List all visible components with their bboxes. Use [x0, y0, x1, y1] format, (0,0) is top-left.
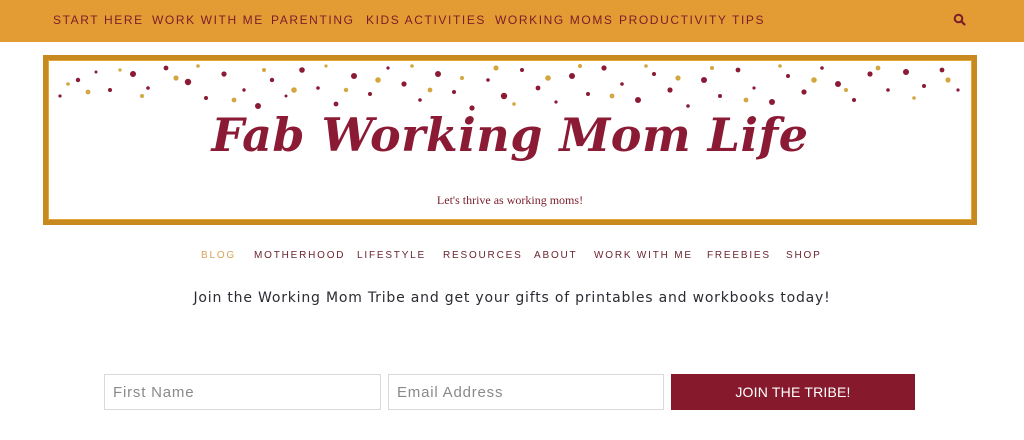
tribe-promo-text: Join the Working Mom Tribe and get your …: [193, 290, 831, 306]
site-banner[interactable]: Fab Working Mom Life Let's thrive as wor…: [43, 55, 977, 225]
top-nav-productivity-tips[interactable]: PRODUCTIVITY TIPS: [619, 13, 765, 27]
email-field[interactable]: [388, 374, 664, 410]
join-tribe-button[interactable]: JOIN THE TRIBE!: [671, 374, 915, 410]
nav-work-with-me[interactable]: WORK WITH ME: [594, 250, 693, 261]
top-nav-start-here[interactable]: START HERE: [53, 13, 144, 27]
nav-resources[interactable]: RESOURCES: [443, 250, 523, 261]
first-name-field[interactable]: [104, 374, 381, 410]
top-nav-working-moms[interactable]: WORKING MOMS: [495, 13, 614, 27]
nav-freebies[interactable]: FREEBIES: [707, 250, 771, 261]
top-nav-parenting[interactable]: PARENTING: [271, 13, 355, 27]
nav-blog[interactable]: BLOG: [201, 250, 236, 261]
nav-motherhood[interactable]: MOTHERHOOD: [254, 250, 345, 261]
top-bar: START HERE WORK WITH ME PARENTING KIDS A…: [0, 0, 1024, 42]
site-title: Fab Working Mom Life: [211, 108, 809, 162]
top-nav-work-with-me[interactable]: WORK WITH ME: [152, 13, 264, 27]
top-nav-kids-activities[interactable]: KIDS ACTIVITIES: [366, 13, 486, 27]
nav-shop[interactable]: SHOP: [786, 250, 822, 261]
main-nav: BLOG MOTHERHOOD LIFESTYLE RESOURCES ABOU…: [0, 250, 1024, 266]
nav-about[interactable]: ABOUT: [534, 250, 577, 261]
nav-lifestyle[interactable]: LIFESTYLE: [357, 250, 426, 261]
search-icon[interactable]: [952, 12, 968, 28]
site-tagline: Let's thrive as working moms!: [436, 193, 584, 207]
